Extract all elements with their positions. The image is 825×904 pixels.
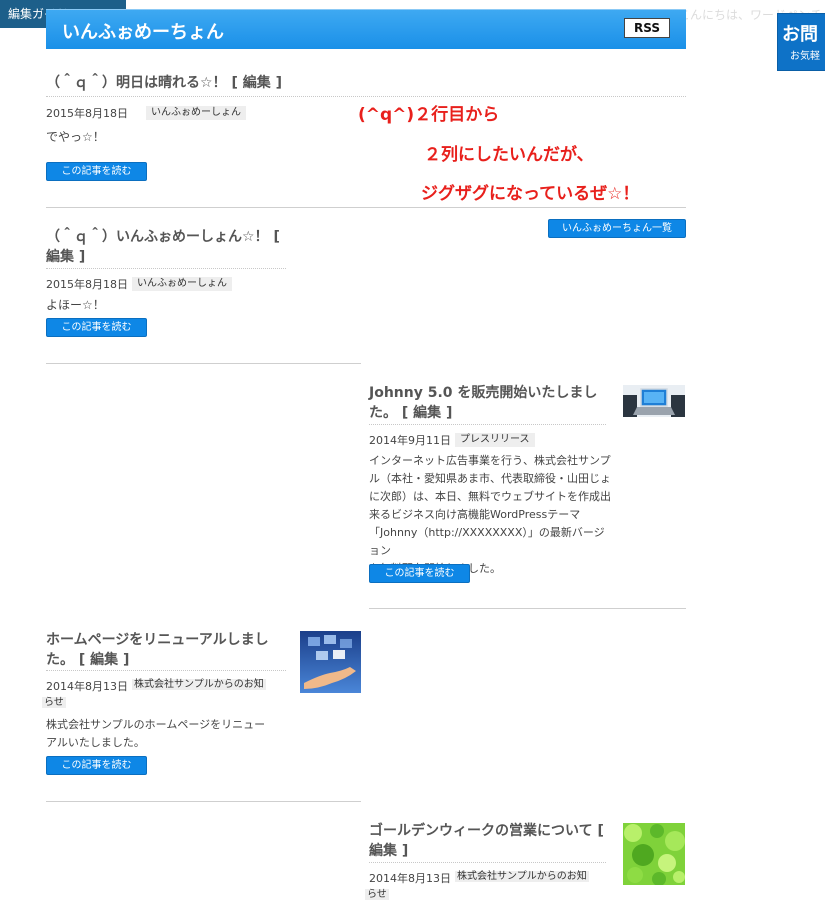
- category-tag-cont[interactable]: らせ: [365, 886, 389, 904]
- category-tag[interactable]: 株式会社サンプルからのお知: [455, 868, 605, 886]
- category-tag[interactable]: 株式会社サンプルからのお知: [132, 676, 282, 694]
- category-tag[interactable]: いんふぉめーしょん: [146, 106, 246, 120]
- post-title-text[interactable]: Johnny 5.0 を販売開始いたしまし: [369, 385, 597, 401]
- category-tag[interactable]: プレスリリース: [455, 433, 535, 447]
- green-leaves-image[interactable]: [623, 823, 685, 885]
- post-title[interactable]: ホームページをリニューアルしまし た。 [ 編集 ]: [46, 630, 291, 670]
- edit-link[interactable]: 編集 ]: [46, 249, 85, 265]
- read-more-button[interactable]: この記事を読む: [46, 162, 147, 181]
- title-underline: [46, 268, 286, 269]
- post-title-text[interactable]: ホームページをリニューアルしまし: [46, 632, 269, 648]
- post-title[interactable]: （＾ｑ＾）いんふぉめーしょん☆！ [ 編集 ]: [46, 227, 291, 267]
- post-title-text-cont[interactable]: た。: [369, 405, 397, 421]
- excerpt-line: 来るビジネス向け高機能WordPressテーマ: [369, 508, 581, 521]
- edit-link[interactable]: [ 編集 ]: [402, 405, 453, 421]
- divider: [369, 608, 686, 609]
- post-date: 2015年8月18日: [46, 278, 128, 291]
- laptop-thumbnail: [623, 385, 685, 417]
- excerpt-line: インターネット広告事業を行う、株式会社サンプ: [369, 454, 611, 467]
- annotation-line-3: ジグザグになっているぜ☆！: [421, 184, 640, 204]
- post-title[interactable]: （＾ｑ＾）明日は晴れる☆！ [ 編集 ]: [46, 73, 282, 93]
- divider: [46, 801, 361, 802]
- title-underline: [369, 862, 606, 863]
- section-title: いんふぉめーちょん: [62, 22, 224, 43]
- read-more-button[interactable]: この記事を読む: [46, 756, 147, 775]
- contact-subtitle: お気軽: [790, 51, 820, 62]
- title-underline: [46, 96, 686, 97]
- post-title-text[interactable]: ゴールデンウィークの営業について: [369, 823, 593, 839]
- title-underline: [369, 424, 606, 425]
- post-date: 2014年8月13日: [369, 872, 451, 885]
- edit-link[interactable]: 編集 ]: [369, 843, 408, 859]
- category-tag-text[interactable]: 株式会社サンプルからのお知: [132, 679, 266, 690]
- category-tag-text[interactable]: 株式会社サンプルからのお知: [455, 871, 589, 882]
- leaves-thumbnail: [623, 823, 685, 885]
- post-title-text[interactable]: （＾ｑ＾）いんふぉめーしょん☆！: [46, 229, 269, 245]
- post-excerpt: でやっ☆！: [46, 130, 105, 144]
- edit-link-bracket[interactable]: [: [597, 823, 603, 839]
- edit-link-bracket[interactable]: [: [273, 229, 279, 245]
- annotation-line-2: ２列にしたいんだが、: [424, 145, 594, 165]
- edit-link[interactable]: [ 編集 ]: [79, 652, 130, 668]
- divider: [46, 363, 361, 364]
- post-excerpt: よほー☆！: [46, 298, 105, 312]
- excerpt-line: に次郎）は、本日、無料でウェブサイトを作成出: [369, 490, 611, 503]
- post-date: 2014年9月11日: [369, 434, 451, 447]
- post-excerpt: 株式会社サンプルのホームページをリニュー アルいたしました。: [46, 716, 291, 752]
- laptop-image[interactable]: [623, 385, 685, 417]
- section-header: いんふぉめーちょん RSS: [46, 9, 686, 49]
- category-tag-cont[interactable]: らせ: [42, 694, 66, 712]
- post-title[interactable]: Johnny 5.0 を販売開始いたしまし た。 [ 編集 ]: [369, 383, 609, 423]
- post-excerpt: インターネット広告事業を行う、株式会社サンプ ル（本社・愛知県あま市、代表取締役…: [369, 452, 614, 578]
- contact-title: お問: [782, 24, 818, 45]
- excerpt-line: 株式会社サンプルのホームページをリニュー: [46, 718, 266, 731]
- post-date: 2014年8月13日: [46, 680, 128, 693]
- post-title-text-cont[interactable]: た。: [46, 652, 74, 668]
- contact-widget[interactable]: お問 お気軽: [777, 13, 825, 71]
- divider: [46, 207, 686, 208]
- annotation-line-1: (^q^)２行目から: [358, 105, 500, 125]
- read-more-button[interactable]: この記事を読む: [46, 318, 147, 337]
- hand-holding-screens-image[interactable]: [300, 631, 361, 693]
- category-tag[interactable]: いんふぉめーしょん: [132, 277, 232, 291]
- title-underline: [46, 670, 286, 671]
- read-more-button[interactable]: この記事を読む: [369, 564, 470, 583]
- edit-link[interactable]: [ 編集 ]: [231, 75, 282, 91]
- information-list-button[interactable]: いんふぉめーちょん一覧: [548, 219, 686, 238]
- hand-thumbnail: [300, 631, 361, 693]
- post-title-text[interactable]: （＾ｑ＾）明日は晴れる☆！: [46, 75, 227, 91]
- rss-button[interactable]: RSS: [624, 18, 670, 38]
- excerpt-line: ル（本社・愛知県あま市、代表取締役・山田じょ: [369, 472, 611, 485]
- excerpt-line: 「Johnny（http://XXXXXXXX）」の最新バージョン: [369, 526, 605, 557]
- excerpt-line: アルいたしました。: [46, 736, 145, 749]
- post-title[interactable]: ゴールデンウィークの営業について [ 編集 ]: [369, 821, 614, 861]
- category-tag-text-cont[interactable]: らせ: [42, 697, 66, 708]
- post-date: 2015年8月18日: [46, 107, 128, 120]
